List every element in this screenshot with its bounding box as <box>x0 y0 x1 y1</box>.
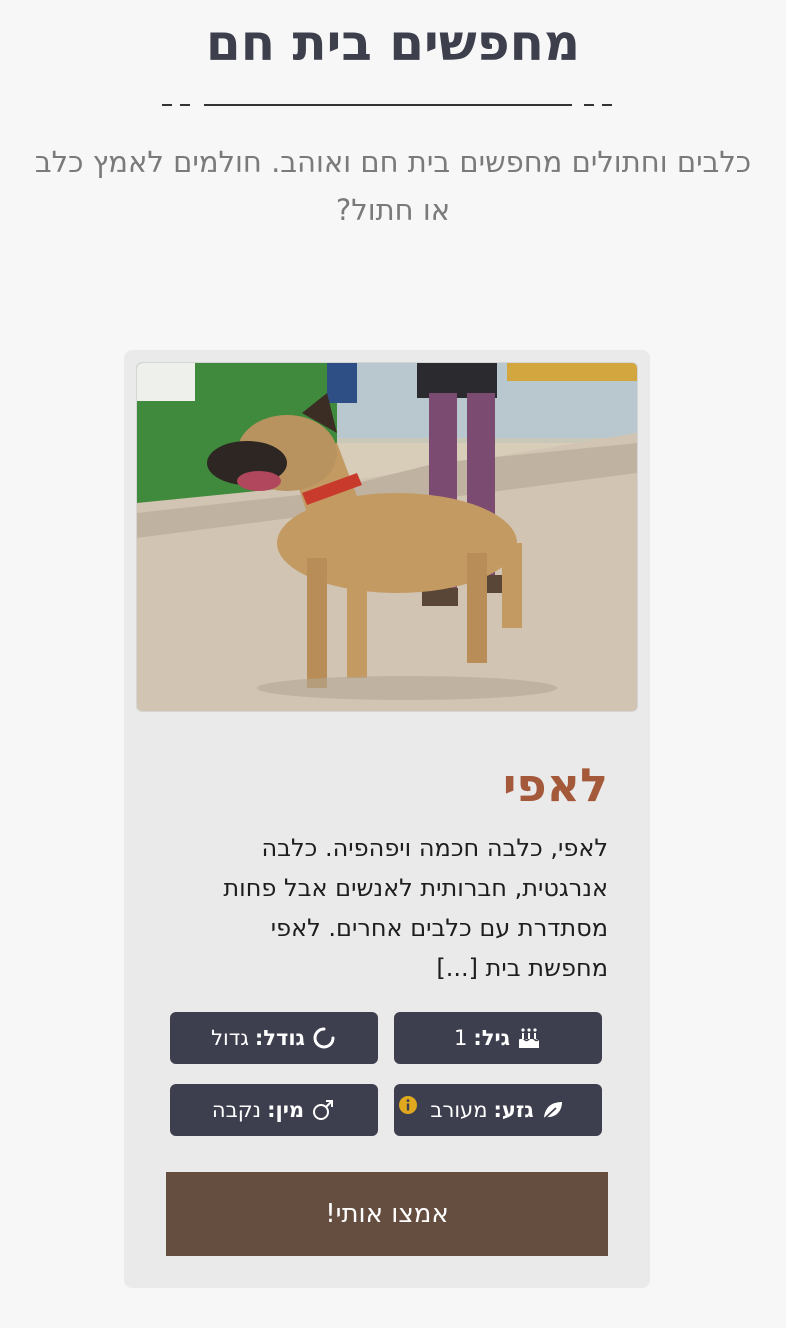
page: מחפשים בית חם כלבים וחתולים מחפשים בית ח… <box>0 0 786 1328</box>
age-value: 1 <box>453 1026 468 1050</box>
description-line: מחפשת בית [...] <box>436 954 608 982</box>
description-line: לאפי, כלבה חכמה ויפהפיה. כלבה <box>261 834 608 862</box>
description-line: מסתדרת עם כלבים אחרים. לאפי <box>270 914 608 942</box>
leaf-icon <box>540 1097 566 1123</box>
sex-value: נקבה <box>211 1098 262 1122</box>
dog-description: לאפי, כלבה חכמה ויפהפיה. כלבה אנרגטית, ח… <box>164 828 608 988</box>
breed-value: מעורב <box>430 1098 488 1122</box>
title-divider <box>162 104 612 106</box>
pet-card: לאפי לאפי, כלבה חכמה ויפהפיה. כלבה אנרגט… <box>124 350 650 1288</box>
mars-icon <box>310 1097 336 1123</box>
size-badge: גודל: גדול <box>170 1012 378 1064</box>
age-badge: גיל: 1 <box>394 1012 602 1064</box>
intro-line-1: כלבים וחתולים מחפשים בית חם ואוהב. חולמי… <box>34 145 752 179</box>
info-icon[interactable] <box>399 1096 417 1114</box>
circle-notch-icon <box>311 1025 337 1051</box>
age-label: גיל: <box>473 1026 511 1050</box>
intro-line-2: או חתול? <box>335 193 451 227</box>
sex-label: מין: <box>267 1098 305 1122</box>
sex-badge: מין: נקבה <box>170 1084 378 1136</box>
page-title: מחפשים בית חם <box>205 14 581 72</box>
size-label: גודל: <box>254 1026 305 1050</box>
breed-badge: גזע: מעורב <box>394 1084 602 1136</box>
dog-photo[interactable] <box>136 362 638 712</box>
size-value: גדול <box>211 1026 249 1050</box>
dog-name[interactable]: לאפי <box>164 755 608 815</box>
description-line: אנרגטית, חברותית לאנשים אבל פחות <box>223 874 608 902</box>
intro-text: כלבים וחתולים מחפשים בית חם ואוהב. חולמי… <box>0 138 786 234</box>
adopt-me-button[interactable]: אמצו אותי! <box>166 1172 608 1256</box>
dog-photo-illustration <box>137 363 637 711</box>
breed-label: גזע: <box>493 1098 534 1122</box>
birthday-cake-icon <box>516 1025 542 1051</box>
